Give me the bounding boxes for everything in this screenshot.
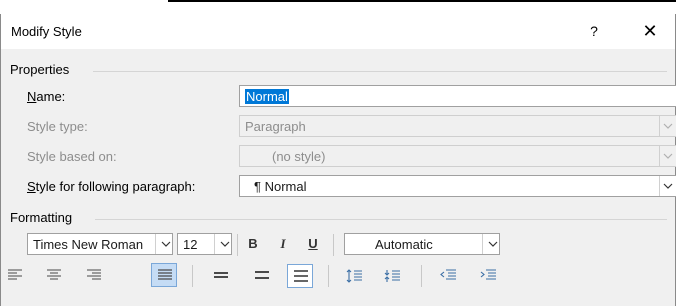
name-label: Name:: [27, 89, 65, 104]
justify-icon: [158, 269, 172, 280]
modify-style-dialog: Modify Style ? ✕ Properties Name: Normal…: [0, 14, 676, 306]
font-name-chevron-down-icon[interactable]: [155, 234, 172, 254]
properties-divider: [93, 71, 667, 72]
underline-button[interactable]: U: [303, 232, 323, 256]
style-type-value: Paragraph: [245, 119, 306, 134]
formatting-divider: [95, 219, 667, 220]
style-based-on-label: Style based on:: [27, 149, 117, 164]
toolbar-separator: [333, 234, 334, 256]
single-spacing-icon: [214, 272, 228, 278]
align-left-button[interactable]: [2, 264, 28, 288]
font-color-combo[interactable]: Automatic: [344, 233, 500, 255]
style-type-select: Paragraph: [239, 115, 676, 137]
toolbar-separator: [421, 265, 422, 287]
toolbar-separator: [192, 265, 193, 287]
single-spacing-button[interactable]: [208, 264, 234, 288]
style-based-on-value: (no style): [272, 149, 326, 164]
increase-indent-button[interactable]: [474, 264, 500, 288]
decrease-indent-icon: [440, 269, 456, 280]
following-style-label-rest: tyle for following paragraph:: [35, 179, 196, 194]
font-name-value: Times New Roman: [33, 237, 144, 252]
double-spacing-button[interactable]: [287, 264, 313, 288]
following-style-label: Style for following paragraph:: [27, 179, 195, 194]
align-center-icon: [47, 269, 61, 280]
align-left-icon: [8, 269, 22, 280]
title-bar: Modify Style ? ✕: [1, 14, 675, 49]
window-edge-line: [168, 0, 676, 2]
help-button[interactable]: ?: [581, 19, 607, 43]
background-strip: [0, 0, 676, 14]
font-size-chevron-down-icon[interactable]: [214, 234, 231, 254]
one-half-spacing-button[interactable]: [249, 264, 275, 288]
properties-heading: Properties: [10, 62, 70, 77]
font-color-value: Automatic: [375, 237, 433, 252]
close-button[interactable]: ✕: [635, 18, 665, 44]
following-style-select[interactable]: ¶ Normal: [239, 175, 676, 197]
following-style-value: ¶ Normal: [254, 179, 307, 194]
decrease-spacing-button[interactable]: [378, 264, 404, 288]
style-based-on-chevron-down-icon: [659, 146, 676, 166]
line-spacing-down-icon: [384, 270, 400, 282]
toolbar-separator: [237, 234, 238, 256]
name-value: Normal: [245, 89, 289, 104]
style-type-chevron-down-icon: [659, 116, 676, 136]
following-style-chevron-down-icon[interactable]: [659, 176, 676, 196]
name-field[interactable]: Normal: [239, 85, 676, 107]
justify-button[interactable]: [151, 263, 177, 287]
increase-spacing-button[interactable]: [340, 264, 366, 288]
toolbar-separator: [328, 265, 329, 287]
bold-button[interactable]: B: [243, 232, 263, 256]
style-type-label: Style type:: [27, 119, 88, 134]
increase-indent-icon: [480, 269, 496, 280]
font-name-combo[interactable]: Times New Roman: [27, 233, 173, 255]
dialog-title: Modify Style: [11, 24, 82, 39]
align-center-button[interactable]: [41, 264, 67, 288]
font-size-combo[interactable]: 12: [177, 233, 232, 255]
font-size-value: 12: [183, 237, 198, 252]
double-spacing-icon: [294, 270, 308, 282]
italic-button[interactable]: I: [273, 232, 293, 256]
name-label-rest: ame:: [36, 89, 66, 104]
line-spacing-up-icon: [346, 269, 362, 283]
align-right-button[interactable]: [81, 264, 107, 288]
decrease-indent-button[interactable]: [434, 264, 460, 288]
name-label-accesskey: N: [27, 89, 37, 104]
formatting-heading: Formatting: [10, 210, 73, 225]
align-right-icon: [87, 269, 101, 280]
style-based-on-select: (no style): [239, 145, 676, 167]
font-color-chevron-down-icon[interactable]: [482, 234, 499, 254]
one-half-spacing-icon: [255, 271, 269, 279]
following-style-accesskey: S: [27, 179, 36, 194]
